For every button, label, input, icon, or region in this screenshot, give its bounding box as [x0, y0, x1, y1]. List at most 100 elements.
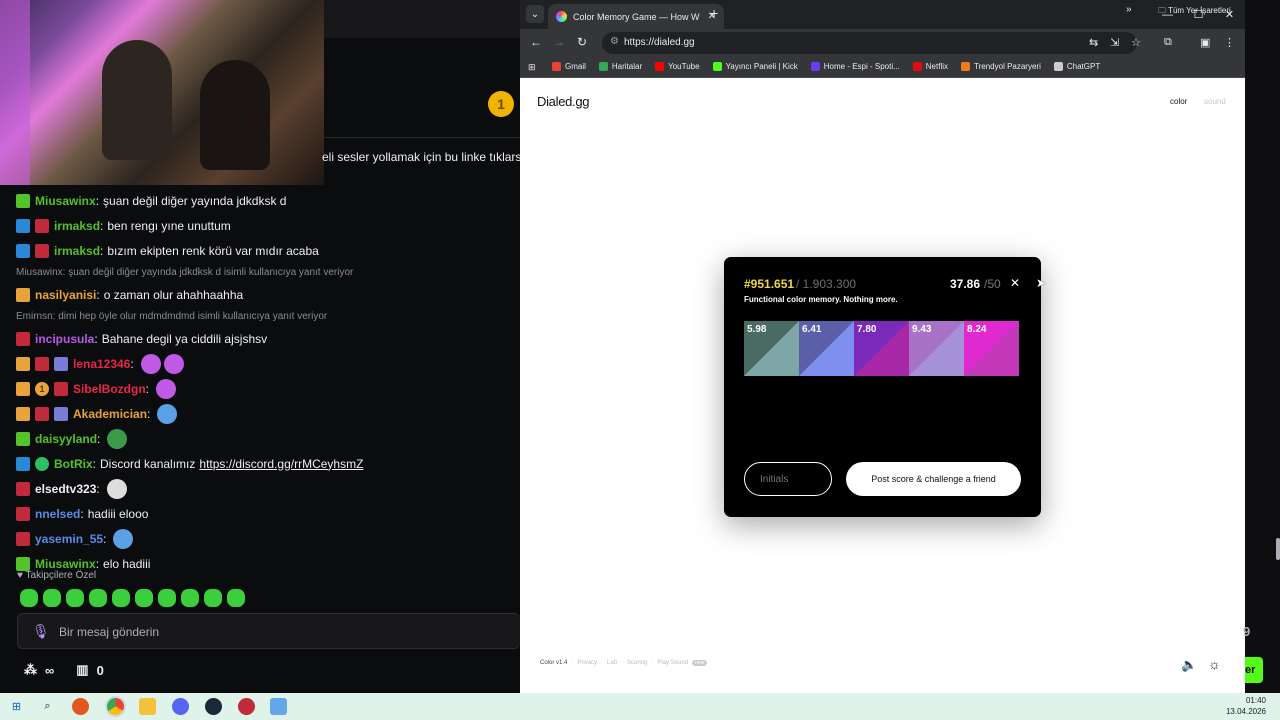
color-swatch[interactable]: 7.80 — [854, 321, 909, 376]
chat-username[interactable]: elsedtv323 — [35, 482, 96, 496]
new-tab-plus-icon[interactable]: + — [710, 5, 718, 21]
chat-username[interactable]: incipusula — [35, 332, 94, 346]
bookmark-label: ChatGPT — [1066, 62, 1101, 71]
menu-kebab-icon[interactable]: ⋮ — [1224, 36, 1235, 49]
chrome-app-icon[interactable] — [107, 698, 124, 715]
bookmark-item[interactable]: ChatGPT — [1053, 62, 1101, 71]
footer-scoring-link[interactable]: Scoring — [627, 660, 647, 666]
chat-username[interactable]: irmaksd — [54, 219, 100, 233]
emote-2-icon[interactable] — [43, 589, 61, 607]
chat-username[interactable]: Miusawinx — [35, 557, 96, 571]
fol-badge-icon — [54, 381, 68, 396]
volume-icon[interactable]: 🔈 — [1181, 657, 1197, 673]
steam-icon[interactable] — [205, 698, 222, 715]
chat-username[interactable]: BotRix — [54, 457, 93, 471]
taskbar-clock[interactable]: 01:40 13.04.2026 — [1226, 695, 1266, 717]
all-bookmarks-folder[interactable]: 🗀 Tüm Yer İşaretleri — [1158, 5, 1231, 19]
chat-text: Discord kanalımız — [100, 456, 196, 471]
translate-icon[interactable]: ⇆ — [1089, 36, 1098, 49]
chat-message: Miusawinx: şuan değil diğer yayında jdkdk… — [16, 188, 516, 213]
chat-username[interactable]: nasilyanisi — [35, 288, 96, 302]
bookmark-item[interactable]: Haritalar — [598, 62, 642, 71]
close-card-icon[interactable]: ✕ — [1010, 276, 1020, 290]
app-blue-icon[interactable] — [270, 698, 287, 715]
bookmark-item[interactable]: YouTube — [655, 62, 700, 71]
nav-color-link[interactable]: color — [1170, 97, 1187, 106]
chat-link[interactable]: https://discord.gg/rrMCeyhsmZ — [199, 457, 363, 471]
fol-badge-icon — [16, 331, 30, 346]
bookmarks-more-icon[interactable]: » — [1126, 4, 1132, 15]
emote-5-icon[interactable] — [112, 589, 130, 607]
emote-1-icon[interactable] — [20, 589, 38, 607]
search-icon[interactable]: ⌕ — [39, 698, 56, 715]
points-icon[interactable]: ⁂ — [24, 662, 37, 678]
footer-privacy-link[interactable]: Privacy — [577, 660, 597, 666]
footer-play-sound-link[interactable]: Play Sound — [657, 660, 688, 666]
chat-username[interactable]: irmaksd — [54, 244, 100, 258]
emote-7-icon[interactable] — [158, 589, 176, 607]
mouse-cursor-icon: ➤ — [1036, 276, 1047, 290]
microphone-icon[interactable]: 🎙 — [32, 623, 50, 640]
bookmark-item[interactable]: Home - Espi - Spoti... — [810, 62, 900, 71]
emote-9-icon[interactable] — [204, 589, 222, 607]
emote-10-icon[interactable] — [227, 589, 245, 607]
store-icon[interactable]: ▥ — [76, 662, 88, 678]
emote-3-icon[interactable] — [66, 589, 84, 607]
browser-app-icon[interactable] — [72, 698, 89, 715]
theme-sun-icon[interactable]: ☼ — [1208, 656, 1221, 672]
chat-username[interactable]: Akademician — [73, 407, 147, 421]
mod-badge-icon — [16, 218, 30, 233]
color-swatch[interactable]: 6.41 — [799, 321, 854, 376]
sub-badge-icon — [16, 431, 30, 446]
send-button-fragment[interactable]: er — [1245, 657, 1263, 683]
bookmark-item[interactable]: Yayıncı Paneli | Kick — [712, 62, 798, 71]
swatch-score: 6.41 — [802, 324, 822, 335]
file-explorer-icon[interactable] — [139, 698, 156, 715]
post-score-button[interactable]: Post score & challenge a friend — [846, 462, 1021, 496]
chat-text: şuan değil diğer yayında jdkdksk d — [103, 193, 287, 208]
footer-version: Color v1.4 — [540, 660, 568, 666]
extensions-icon[interactable]: ⧉ — [1164, 36, 1172, 49]
back-arrow-icon[interactable]: ← — [530, 35, 542, 49]
coin-badge-icon[interactable]: 1 — [488, 91, 514, 117]
profile-icon[interactable]: ▣ — [1200, 36, 1210, 49]
site-info-icon[interactable]: ⚙ — [610, 36, 619, 47]
apps-grid-icon[interactable]: ⊞ — [528, 62, 538, 72]
chat-username[interactable]: lena12346 — [73, 357, 130, 371]
forward-arrow-icon[interactable]: → — [553, 35, 565, 49]
chat-username[interactable]: yasemin_55 — [35, 532, 103, 546]
chat-message: elsedtv323: — [16, 476, 516, 501]
reload-icon[interactable]: ↻ — [577, 35, 587, 49]
total-score: 37.86 — [950, 277, 981, 291]
address-bar[interactable]: ⚙ https://dialed.gg ⇆ ⇲ ☆ — [602, 32, 1141, 54]
color-swatch[interactable]: 8.24 — [964, 321, 1019, 376]
bookmark-item[interactable]: Netflix — [912, 62, 948, 71]
site-logo[interactable]: Dialed.gg — [537, 94, 590, 109]
bookmark-item[interactable]: Trendyol Pazaryeri — [961, 62, 1041, 71]
bookmark-item[interactable]: Gmail — [552, 62, 586, 71]
chat-username[interactable]: nnelsed — [35, 507, 80, 521]
nav-sound-link[interactable]: sound — [1204, 97, 1226, 106]
tab-strip: ⌄ Color Memory Game — How W ✕ + — ☐ ✕ — [520, 0, 1245, 29]
emote-4-icon[interactable] — [89, 589, 107, 607]
bookmark-star-icon[interactable]: ☆ — [1131, 36, 1141, 49]
install-icon[interactable]: ⇲ — [1110, 36, 1119, 49]
footer-lab-link[interactable]: Lab — [607, 660, 617, 666]
chat-username[interactable]: SibelBozdgn — [73, 382, 146, 396]
emote-6-icon[interactable] — [135, 589, 153, 607]
emote-8-icon[interactable] — [181, 589, 199, 607]
discord-icon[interactable] — [172, 698, 189, 715]
tab-search-chevron-down-icon[interactable]: ⌄ — [526, 5, 544, 23]
guest-figure — [200, 60, 270, 170]
chat-username[interactable]: daisyyland — [35, 432, 97, 446]
windows-start-icon[interactable]: ⊞ — [8, 698, 25, 715]
scrollbar-thumb[interactable] — [1276, 538, 1280, 560]
tab-color-memory-game[interactable]: Color Memory Game — How W ✕ — [548, 4, 724, 29]
initials-input[interactable] — [744, 462, 832, 496]
app-red-icon[interactable] — [238, 698, 255, 715]
color-swatch[interactable]: 5.98 — [744, 321, 799, 376]
gift-badge-icon — [54, 406, 68, 421]
color-swatch[interactable]: 9.43 — [909, 321, 964, 376]
chat-text: Bahane degil ya ciddili ajsjshsv — [101, 331, 268, 346]
chat-username[interactable]: Miusawinx — [35, 194, 96, 208]
